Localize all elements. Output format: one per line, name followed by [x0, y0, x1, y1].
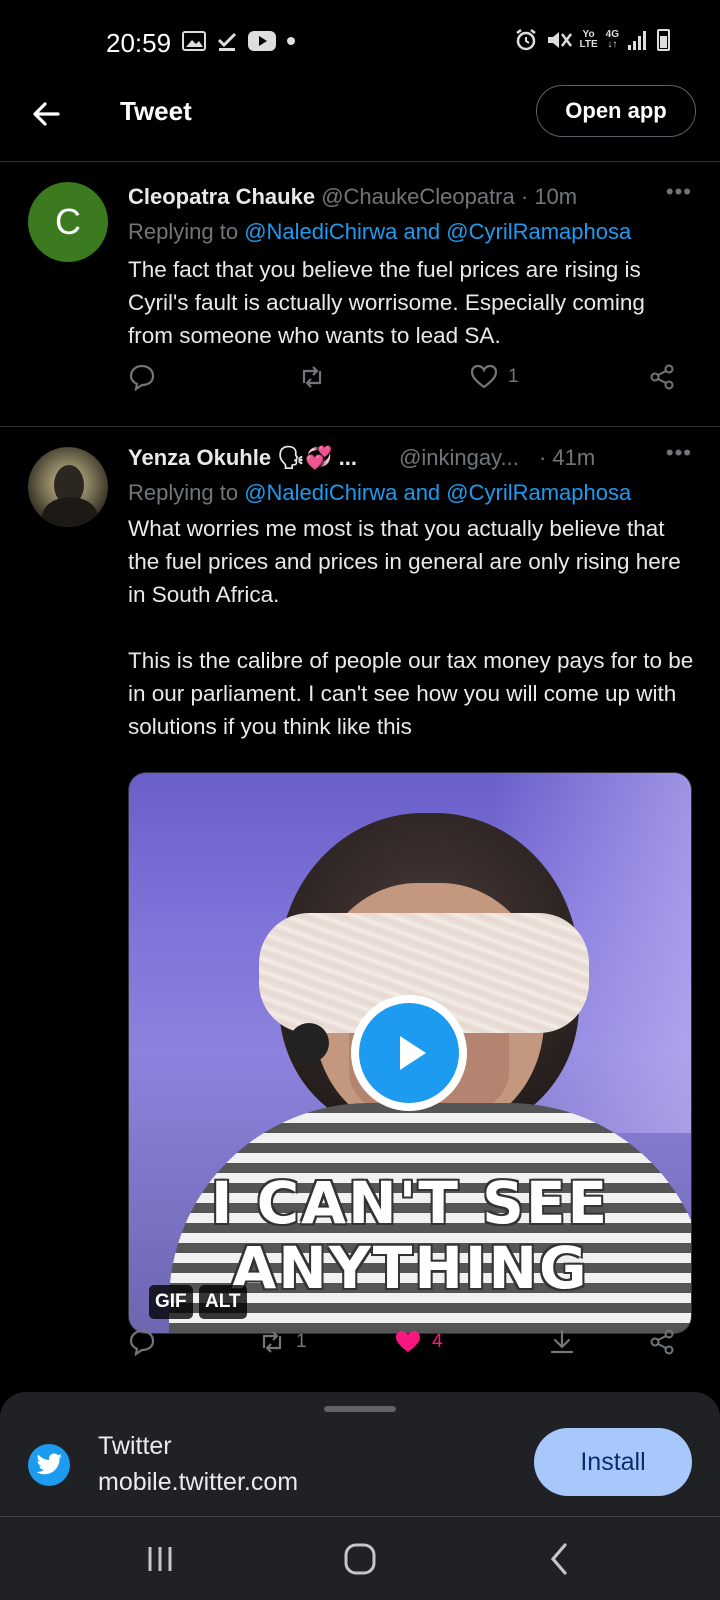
play-icon	[400, 1036, 426, 1070]
open-app-button[interactable]: Open app	[536, 85, 696, 137]
alt-badge[interactable]: ALT	[199, 1285, 247, 1319]
retweet-icon	[262, 1331, 282, 1353]
mention-link[interactable]: @NalediChirwa and @CyrilRamaphosa	[244, 219, 631, 244]
back-button[interactable]	[28, 94, 68, 134]
like-button[interactable]: 1	[470, 363, 519, 391]
alarm-icon	[515, 29, 536, 51]
retweet-button[interactable]	[298, 363, 336, 391]
gallery-icon	[182, 31, 206, 51]
replying-to: Replying to @NalediChirwa and @CyrilRama…	[128, 219, 631, 245]
tweet-actions: 1 4	[128, 1328, 694, 1364]
retweet-icon	[302, 366, 322, 388]
retweet-count: 1	[296, 1331, 307, 1352]
status-time: 20:59	[106, 28, 172, 58]
4g-icon: 4G ↓↑	[605, 29, 619, 50]
heart-filled-icon	[396, 1331, 420, 1352]
more-options-icon[interactable]: •••	[666, 440, 692, 466]
system-nav-bar	[0, 1516, 720, 1600]
install-app-sheet: Twitter mobile.twitter.com Install	[0, 1392, 720, 1516]
tweet-time: · 41m	[538, 445, 596, 470]
like-count: 4	[432, 1331, 443, 1352]
share-button[interactable]	[648, 1328, 676, 1356]
top-header: Tweet Open app	[0, 68, 720, 162]
like-button[interactable]: 4	[394, 1328, 443, 1356]
mention-link[interactable]: @NalediChirwa and @CyrilRamaphosa	[244, 480, 631, 505]
home-icon	[344, 1543, 376, 1575]
more-options-icon[interactable]: •••	[666, 179, 692, 205]
avatar-body	[42, 497, 98, 527]
recent-apps-button[interactable]	[130, 1539, 190, 1579]
author-name[interactable]: Yenza Okuhle 🗣💞 ...	[128, 445, 357, 470]
tweet-text: The fact that you believe the fuel price…	[128, 257, 652, 348]
sheet-drag-handle[interactable]	[324, 1406, 396, 1412]
reply-icon	[129, 364, 155, 391]
sheet-app-url: mobile.twitter.com	[98, 1468, 299, 1496]
share-icon	[650, 1329, 674, 1355]
recent-apps-icon	[148, 1547, 172, 1571]
home-button[interactable]	[330, 1539, 390, 1579]
replying-prefix: Replying to	[128, 480, 245, 505]
avatar[interactable]: C	[28, 182, 108, 262]
replying-prefix: Replying to	[128, 219, 245, 244]
download-done-icon	[217, 32, 237, 51]
page-title: Tweet	[120, 96, 192, 126]
tweet-author-row: Yenza Okuhle 🗣💞 ... @inkingay... · 41m	[128, 445, 595, 471]
author-name[interactable]: Cleopatra Chauke	[128, 184, 315, 209]
download-icon	[550, 1329, 574, 1354]
heart-icon	[470, 364, 498, 389]
tweet-actions: 1	[128, 363, 694, 399]
play-button[interactable]	[351, 995, 467, 1111]
back-chevron-icon	[550, 1543, 567, 1575]
status-right-icons: Yo LTE 4G ↓↑	[514, 28, 670, 52]
status-left-icons	[182, 30, 296, 52]
replying-to: Replying to @NalediChirwa and @CyrilRama…	[128, 480, 631, 506]
status-bar: 20:59 Yo LTE 4G ↓↑	[0, 0, 720, 68]
youtube-icon	[248, 31, 276, 51]
arrow-left-icon	[33, 102, 60, 126]
author-handle[interactable]: @inkingay...	[399, 445, 519, 470]
media-microphone	[289, 1023, 329, 1063]
gif-media[interactable]: I CAN'T SEE ANYTHING GIF ALT	[128, 772, 692, 1334]
tweet-author-row: Cleopatra Chauke @ChaukeCleopatra · 10m	[128, 184, 577, 210]
share-button[interactable]	[648, 363, 676, 391]
play-circle	[359, 1003, 459, 1103]
mute-icon	[547, 32, 572, 48]
twitter-bird-icon	[28, 1444, 70, 1486]
reply-icon	[129, 1329, 155, 1356]
share-icon	[650, 364, 674, 390]
author-handle[interactable]: @ChaukeCleopatra	[321, 184, 515, 209]
download-button[interactable]	[548, 1328, 576, 1356]
tweet[interactable]: Yenza Okuhle 🗣💞 ... @inkingay... · 41m •…	[0, 428, 720, 1400]
media-caption-line1: I CAN'T SEE	[210, 1169, 610, 1237]
tweet[interactable]: C Cleopatra Chauke @ChaukeCleopatra · 10…	[0, 163, 720, 427]
tweet-time: · 10m	[520, 184, 578, 209]
reply-button[interactable]	[128, 363, 166, 391]
back-nav-button[interactable]	[530, 1539, 590, 1579]
avatar[interactable]	[28, 447, 108, 527]
like-count: 1	[508, 366, 519, 387]
dot-icon	[287, 37, 295, 45]
tweet-text: What worries me most is that you actuall…	[128, 516, 694, 739]
sheet-app-name: Twitter	[98, 1432, 172, 1460]
gif-badge: GIF	[149, 1285, 193, 1319]
battery-icon	[657, 29, 670, 51]
signal-icon	[628, 31, 646, 50]
volte-icon: Yo LTE	[579, 29, 598, 50]
retweet-button[interactable]: 1	[258, 1328, 307, 1356]
reply-button[interactable]	[128, 1328, 166, 1356]
install-button[interactable]: Install	[534, 1428, 692, 1496]
